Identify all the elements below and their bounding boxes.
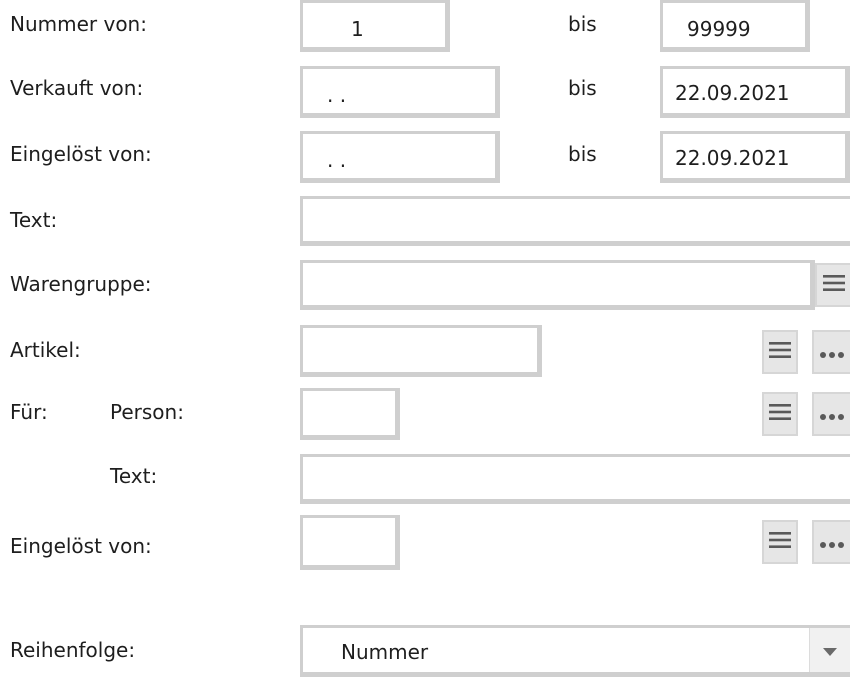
reihenfolge-dropdown-button[interactable] [809,628,850,672]
warengruppe-list-button[interactable] [815,263,850,307]
label-bis-verkauft: bis [568,76,597,100]
person-input[interactable] [300,388,400,440]
nummer-bis-input[interactable]: 99999 [660,0,810,52]
label-bis-nummer: bis [568,12,597,36]
label-eingeloest-von: Eingelöst von: [10,142,152,166]
eingeloest-bis-input[interactable]: 22.09.2021 [660,131,850,183]
list-icon [769,340,791,364]
text-input[interactable] [300,196,850,246]
label-artikel: Artikel: [10,338,81,362]
artikel-input[interactable] [300,325,542,377]
reihenfolge-selected-value: Nummer [341,640,429,664]
eingeloest-von-input[interactable]: . . [300,131,500,183]
label-bis-eingeloest: bis [568,142,597,166]
verkauft-bis-input[interactable]: 22.09.2021 [660,66,850,118]
list-icon [769,530,791,554]
label-eingeloest-von-2: Eingelöst von: [10,534,152,558]
reihenfolge-select[interactable]: Nummer [300,625,850,677]
chevron-down-icon [823,638,837,662]
more-dots-icon [819,530,845,554]
verkauft-von-input[interactable]: . . [300,66,500,118]
label-text: Text: [10,208,58,232]
warengruppe-input[interactable] [300,260,815,310]
eingeloest-more-button[interactable] [812,520,850,564]
label-fuer: Für: [10,400,48,424]
label-verkauft-von: Verkauft von: [10,76,144,100]
more-dots-icon [819,402,845,426]
person-text-input[interactable] [300,454,850,504]
label-nummer-von: Nummer von: [10,12,147,36]
list-icon [769,402,791,426]
eingeloest-list-button[interactable] [762,520,798,564]
nummer-von-input[interactable]: 1 [300,0,450,52]
person-more-button[interactable] [812,392,850,436]
artikel-more-button[interactable] [812,330,850,374]
more-dots-icon [819,340,845,364]
label-reihenfolge: Reihenfolge: [10,638,136,662]
artikel-list-button[interactable] [762,330,798,374]
label-person-text: Text: [110,464,158,488]
eingeloest-von-person-input[interactable] [300,515,400,570]
label-warengruppe: Warengruppe: [10,272,152,296]
person-list-button[interactable] [762,392,798,436]
list-icon [822,273,845,297]
label-person: Person: [110,400,184,424]
